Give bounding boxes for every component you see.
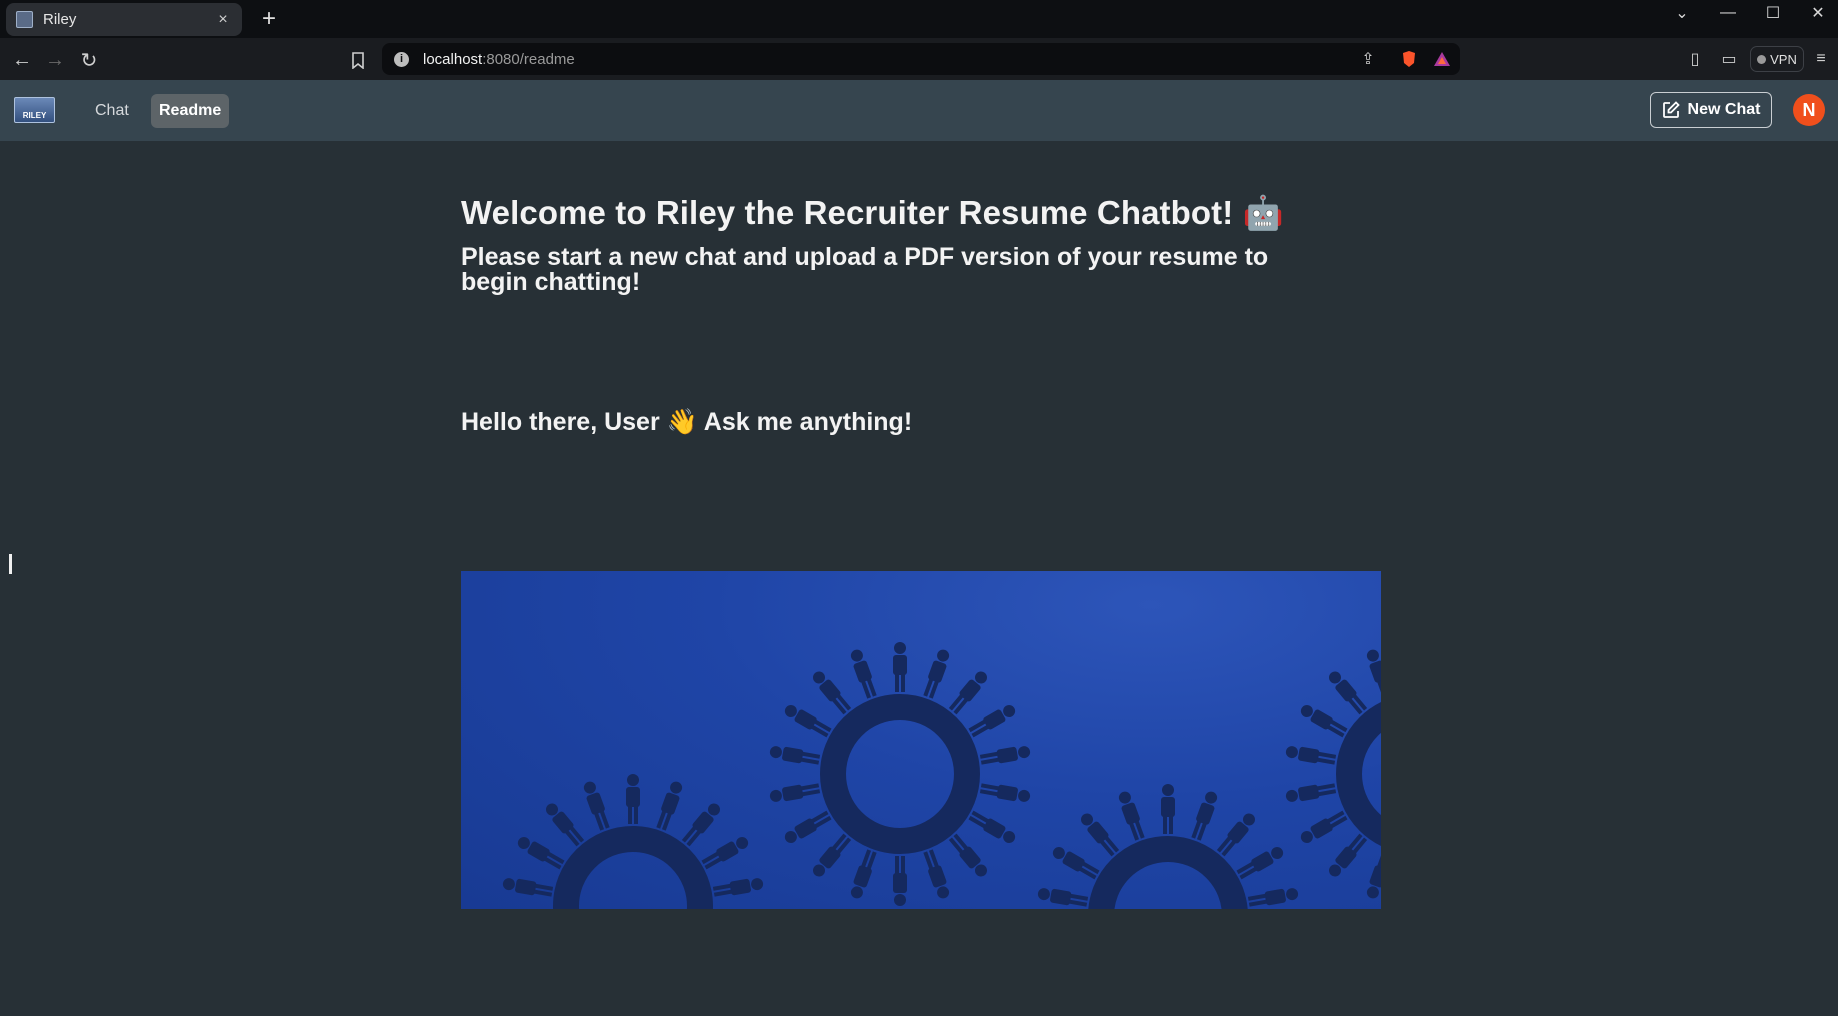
person-silhouette bbox=[626, 774, 640, 824]
person-silhouette bbox=[1364, 647, 1381, 700]
vpn-status-icon bbox=[1757, 54, 1767, 64]
person-silhouette bbox=[782, 701, 833, 740]
ring-shape bbox=[553, 826, 713, 909]
person-silhouette bbox=[1116, 789, 1147, 842]
person-silhouette bbox=[712, 876, 765, 899]
person-silhouette bbox=[1325, 668, 1369, 716]
readme-content: Welcome to Riley the Recruiter Resume Ch… bbox=[0, 141, 1838, 1016]
user-avatar[interactable]: N bbox=[1793, 94, 1825, 126]
browser-tab-strip: Riley × + ⌄ — ☐ ✕ bbox=[0, 0, 1838, 38]
person-silhouette bbox=[680, 800, 724, 848]
person-silhouette bbox=[1036, 886, 1089, 909]
person-silhouette bbox=[515, 833, 566, 872]
person-silhouette bbox=[782, 808, 833, 847]
person-silhouette bbox=[921, 647, 952, 700]
text-cursor-icon bbox=[9, 554, 12, 574]
person-silhouette bbox=[1284, 744, 1337, 767]
person-silhouette bbox=[967, 701, 1018, 740]
page-subtitle: Please start a new chat and upload a PDF… bbox=[461, 243, 1269, 296]
brave-shields-icon[interactable] bbox=[1398, 48, 1420, 70]
new-chat-button[interactable]: New Chat bbox=[1650, 92, 1772, 128]
person-silhouette bbox=[1050, 843, 1101, 882]
person-silhouette bbox=[1189, 789, 1220, 842]
person-silhouette bbox=[1325, 832, 1369, 880]
share-icon[interactable]: ⇪ bbox=[1357, 48, 1379, 70]
gear-people-shapes bbox=[501, 642, 1381, 909]
close-tab-icon[interactable]: × bbox=[214, 11, 232, 29]
person-silhouette bbox=[1215, 810, 1259, 858]
person-silhouette bbox=[1284, 781, 1337, 804]
person-silhouette bbox=[967, 808, 1018, 847]
new-chat-label: New Chat bbox=[1687, 101, 1761, 118]
ring-shape bbox=[1336, 702, 1381, 846]
vpn-label: VPN bbox=[1770, 51, 1797, 67]
person-silhouette bbox=[1247, 886, 1300, 909]
person-silhouette bbox=[893, 856, 907, 906]
person-silhouette bbox=[1235, 843, 1286, 882]
nav-readme[interactable]: Readme bbox=[151, 94, 230, 128]
forward-arrow-icon[interactable]: → bbox=[42, 47, 68, 73]
person-silhouette bbox=[1161, 784, 1175, 834]
people-circles-banner-image bbox=[461, 571, 1381, 909]
reload-icon[interactable]: ↻ bbox=[76, 47, 102, 73]
browser-menu-icon[interactable]: ≡ bbox=[1810, 48, 1832, 70]
site-info-icon[interactable]: i bbox=[394, 51, 409, 67]
url-field[interactable]: i localhost:8080/readme bbox=[382, 43, 1460, 75]
url-path: :8080/readme bbox=[482, 50, 575, 68]
maximize-window-icon[interactable]: ☐ bbox=[1753, 0, 1793, 26]
person-silhouette bbox=[848, 647, 879, 700]
vpn-button[interactable]: VPN bbox=[1750, 46, 1804, 72]
browser-toolbar: ← → ↻ i localhost:8080/readme ⇪ ▯ ▭ VPN … bbox=[0, 38, 1838, 80]
new-tab-button[interactable]: + bbox=[256, 5, 282, 32]
person-silhouette bbox=[654, 779, 685, 832]
person-silhouette bbox=[768, 781, 821, 804]
url-host: localhost bbox=[423, 50, 483, 68]
person-silhouette bbox=[979, 744, 1032, 767]
person-silhouette bbox=[947, 668, 991, 716]
person-silhouette bbox=[768, 744, 821, 767]
browser-tab[interactable]: Riley × bbox=[6, 3, 242, 36]
app-header: RILEY Chat Readme New Chat N bbox=[0, 80, 1838, 141]
person-silhouette bbox=[979, 781, 1032, 804]
bookmark-icon[interactable] bbox=[345, 47, 371, 73]
tab-search-chevron-icon[interactable]: ⌄ bbox=[1662, 0, 1702, 26]
person-silhouette bbox=[581, 779, 612, 832]
ring-shape bbox=[1088, 836, 1248, 909]
person-silhouette bbox=[1364, 848, 1381, 901]
person-silhouette bbox=[848, 848, 879, 901]
riley-logo[interactable]: RILEY bbox=[14, 97, 55, 123]
edit-icon bbox=[1662, 101, 1680, 118]
person-silhouette bbox=[809, 832, 853, 880]
person-silhouette bbox=[921, 848, 952, 901]
page-title: Welcome to Riley the Recruiter Resume Ch… bbox=[461, 194, 1284, 231]
wallet-icon[interactable]: ▭ bbox=[1718, 48, 1740, 70]
person-silhouette bbox=[501, 876, 554, 899]
tab-title: Riley bbox=[43, 11, 77, 28]
person-silhouette bbox=[1298, 808, 1349, 847]
person-silhouette bbox=[1077, 810, 1121, 858]
greeting-text: Hello there, User 👋 Ask me anything! bbox=[461, 408, 913, 436]
back-arrow-icon[interactable]: ← bbox=[9, 47, 35, 73]
sidebar-toggle-icon[interactable]: ▯ bbox=[1684, 48, 1706, 70]
person-silhouette bbox=[947, 832, 991, 880]
favicon-icon bbox=[16, 11, 33, 28]
person-silhouette bbox=[542, 800, 586, 848]
brave-rewards-icon[interactable] bbox=[1431, 48, 1453, 70]
person-silhouette bbox=[1298, 701, 1349, 740]
ring-shape bbox=[820, 694, 980, 854]
minimize-window-icon[interactable]: — bbox=[1708, 0, 1748, 26]
person-silhouette bbox=[893, 642, 907, 692]
banner-illustration bbox=[501, 642, 1381, 909]
nav-chat[interactable]: Chat bbox=[87, 94, 137, 128]
person-silhouette bbox=[700, 833, 751, 872]
person-silhouette bbox=[809, 668, 853, 716]
close-window-icon[interactable]: ✕ bbox=[1798, 0, 1838, 26]
